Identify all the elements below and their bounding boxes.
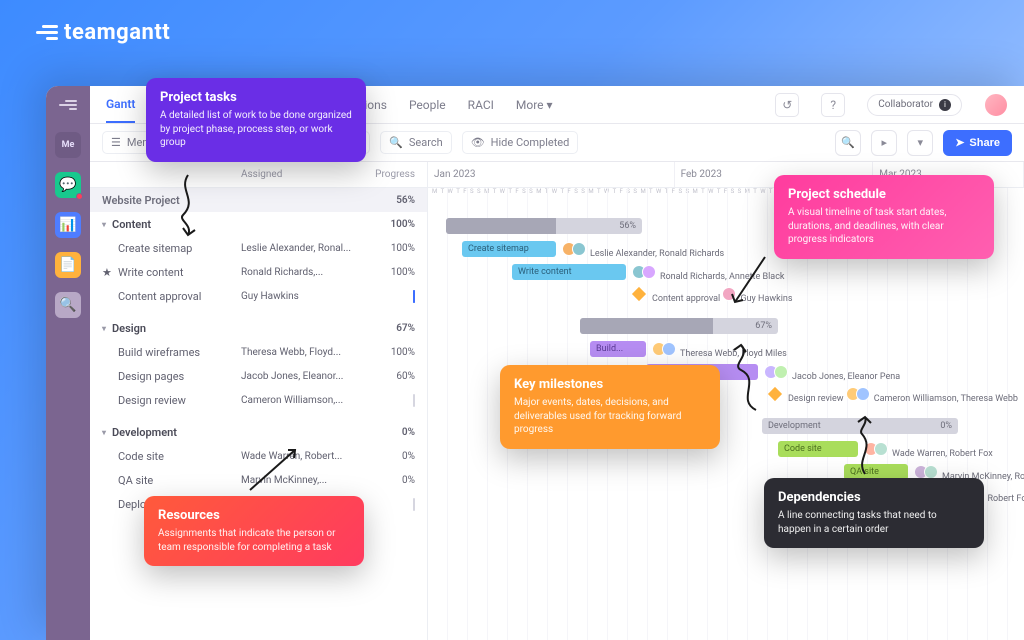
gantt-task-bar[interactable]: Create sitemap xyxy=(462,241,556,257)
share-button[interactable]: ➤ Share xyxy=(943,130,1012,156)
checkbox-icon[interactable] xyxy=(413,498,415,511)
today-icon[interactable]: ▸ xyxy=(871,130,897,156)
checkbox-icon[interactable] xyxy=(413,290,415,303)
tab-raci[interactable]: RACI xyxy=(468,88,494,122)
task-row[interactable]: Design reviewCameron Williamson,... xyxy=(90,388,427,412)
col-assigned: Assigned xyxy=(241,169,365,180)
callout-resources: ResourcesAssignments that indicate the p… xyxy=(144,496,364,566)
task-row[interactable]: Content approvalGuy Hawkins xyxy=(90,284,427,308)
gantt-group-bar[interactable]: Development0% xyxy=(762,418,958,434)
group-development[interactable]: ▾Development0% xyxy=(90,420,427,444)
brand-text: teamgantt xyxy=(64,20,170,45)
tab-people[interactable]: People xyxy=(409,88,446,122)
project-row[interactable]: Website Project 56% xyxy=(90,188,427,212)
user-avatar[interactable] xyxy=(984,93,1008,117)
task-list: Assigned Progress Website Project 56% ▾C… xyxy=(90,162,428,640)
group-content[interactable]: ▾Content100% xyxy=(90,212,427,236)
rail-search-icon[interactable]: 🔍 xyxy=(55,292,81,318)
month-label: Jan 2023 xyxy=(434,169,475,180)
gantt-task-bar[interactable]: Build... xyxy=(590,341,646,357)
hide-completed-button[interactable]: 👁 Hide Completed xyxy=(462,131,579,154)
month-label: Feb 2023 xyxy=(681,169,722,180)
col-progress: Progress xyxy=(365,169,415,180)
task-row[interactable]: Build wireframesTheresa Webb, Floyd...10… xyxy=(90,340,427,364)
rail-me[interactable]: Me xyxy=(55,132,81,158)
brand-glyph-icon xyxy=(36,25,58,40)
task-row[interactable]: QA siteMarvin McKinney,...0% xyxy=(90,468,427,492)
options-icon[interactable]: ▾ xyxy=(907,130,933,156)
search-button[interactable]: 🔍 Search xyxy=(380,131,452,154)
role-pill[interactable]: Collaboratori xyxy=(867,94,962,116)
rail-notes-icon[interactable]: 📄 xyxy=(55,252,81,278)
callout-key-milestones: Key milestonesMajor events, dates, decis… xyxy=(500,365,720,449)
callout-project-schedule: Project scheduleA visual timeline of tas… xyxy=(774,175,994,259)
task-row[interactable]: Create sitemapLeslie Alexander, Ronal...… xyxy=(90,236,427,260)
gantt-task-bar[interactable]: Write content xyxy=(512,264,626,280)
gantt-task-bar[interactable]: Code site xyxy=(778,441,858,457)
callout-dependencies: DependenciesA line connecting tasks that… xyxy=(764,478,984,548)
gantt-group-bar[interactable]: Content56% xyxy=(446,218,642,234)
checkbox-icon[interactable] xyxy=(413,394,415,407)
history-icon[interactable]: ↺ xyxy=(775,93,799,117)
task-row[interactable]: Code siteWade Warren, Robert...0% xyxy=(90,444,427,468)
group-design[interactable]: ▾Design67% xyxy=(90,316,427,340)
rail-reports-icon[interactable]: 📊 xyxy=(55,212,81,238)
rail-chat-icon[interactable]: 💬 xyxy=(55,172,81,198)
callout-project-tasks: Project tasksA detailed list of work to … xyxy=(146,78,366,162)
side-rail: Me 💬 📊 📄 🔍 xyxy=(46,86,90,640)
tab-gantt[interactable]: Gantt xyxy=(106,87,135,123)
help-icon[interactable]: ? xyxy=(821,93,845,117)
gantt-group-bar[interactable]: Design67% xyxy=(580,318,778,334)
rail-logo-icon xyxy=(59,100,77,110)
tab-more[interactable]: More xyxy=(516,88,553,122)
brand-logo: teamgantt xyxy=(36,20,170,45)
task-row[interactable]: Design pagesJacob Jones, Eleanor...60% xyxy=(90,364,427,388)
zoom-icon[interactable]: 🔍 xyxy=(835,130,861,156)
task-row[interactable]: ★Write contentRonald Richards,...100% xyxy=(90,260,427,284)
